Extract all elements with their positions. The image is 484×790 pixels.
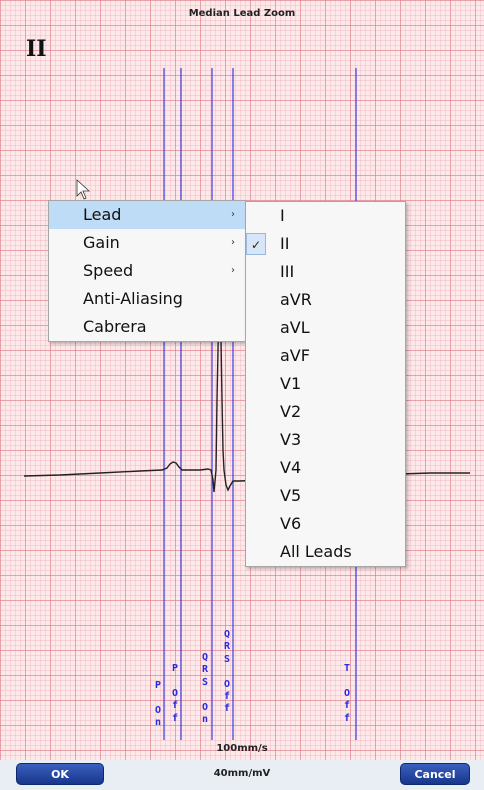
menu-item-lead[interactable]: Lead › [49,201,245,229]
speed-label: 100mm/s [216,743,268,754]
lead-option-avr[interactable]: aVR [246,286,405,314]
mouse-cursor [76,179,91,200]
menu-item-gain[interactable]: Gain › [49,229,245,257]
menu-item-label: Anti-Aliasing [83,289,183,308]
menu-item-label: Cabrera [83,317,147,336]
menu-item-label: Speed [83,261,134,280]
lead-option-label: I [280,206,285,225]
lead-option-label: aVF [280,346,310,365]
lead-option-i[interactable]: I [246,202,405,230]
menu-item-label: Gain [83,233,120,252]
lead-option-label: III [280,262,295,281]
lead-option-label: All Leads [280,542,352,561]
submenu-arrow-icon: › [231,265,235,276]
lead-option-label: V2 [280,402,302,421]
lead-option-avl[interactable]: aVL [246,314,405,342]
lead-option-avf[interactable]: aVF [246,342,405,370]
check-icon: ✓ [246,233,266,255]
qrs-on-label: QRSOn [201,652,209,726]
cancel-button[interactable]: Cancel [400,763,470,785]
lead-option-label: V1 [280,374,302,393]
lead-option-v5[interactable]: V5 [246,482,405,510]
lead-option-label: II [280,234,290,253]
lead-submenu: I ✓ II III aVR aVL aVF V1 V2 V3 V4 V5 V6… [245,201,406,567]
lead-option-v6[interactable]: V6 [246,510,405,538]
lead-option-v2[interactable]: V2 [246,398,405,426]
p-off-label: POff [171,663,179,724]
p-on-label: POn [154,680,162,729]
qrs-off-label: QRSOff [223,629,231,715]
lead-option-label: aVR [280,290,312,309]
submenu-arrow-icon: › [231,237,235,248]
lead-option-label: V6 [280,514,302,533]
lead-option-v1[interactable]: V1 [246,370,405,398]
submenu-arrow-icon: › [231,209,235,220]
menu-item-anti-aliasing[interactable]: Anti-Aliasing [49,285,245,313]
context-menu: Lead › Gain › Speed › Anti-Aliasing Cabr… [48,200,246,342]
menu-item-cabrera[interactable]: Cabrera [49,313,245,341]
menu-item-label: Lead [83,205,122,224]
lead-option-label: aVL [280,318,310,337]
lead-option-iii[interactable]: III [246,258,405,286]
ecg-trace-area [23,68,470,740]
lead-option-ii[interactable]: ✓ II [246,230,405,258]
median-lead-zoom-window: Median Lead Zoom II POn POff QRSOn QRSOf… [0,0,484,790]
lead-option-v4[interactable]: V4 [246,454,405,482]
t-off-label: TOff [343,663,351,724]
ok-button[interactable]: OK [16,763,104,785]
lead-option-label: V5 [280,486,302,505]
menu-item-speed[interactable]: Speed › [49,257,245,285]
lead-option-v3[interactable]: V3 [246,426,405,454]
lead-option-label: V4 [280,458,302,477]
lead-option-label: V3 [280,430,302,449]
lead-option-all-leads[interactable]: All Leads [246,538,405,566]
